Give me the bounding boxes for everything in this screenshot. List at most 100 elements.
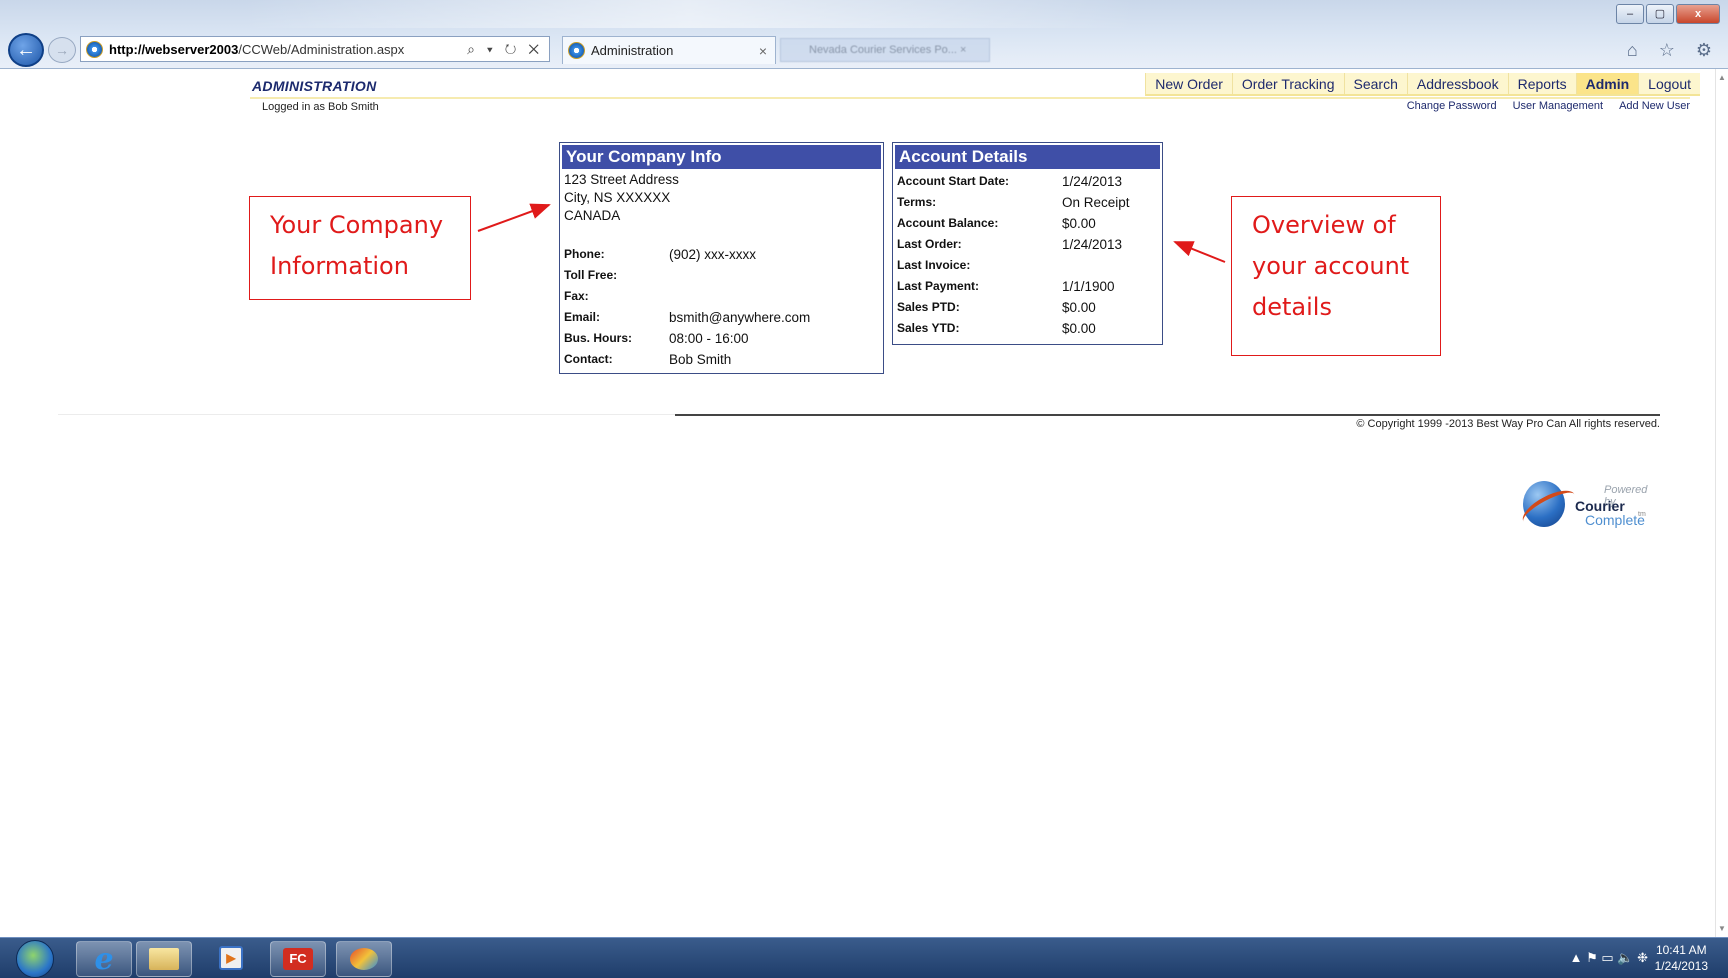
field-value: 1/24/2013	[1062, 237, 1123, 252]
field-label: Account Balance:	[897, 216, 999, 230]
nav-new-order[interactable]: New Order	[1145, 73, 1232, 94]
arrow-to-account-details	[1173, 241, 1226, 263]
scroll-down-icon[interactable]: ▼	[1718, 924, 1726, 933]
vertical-scrollbar[interactable]: ▲ ▼	[1715, 69, 1728, 937]
window-controls: – ▢ x	[1616, 4, 1720, 24]
company-row-contact: Contact: Bob Smith	[560, 349, 883, 370]
field-label: Last Payment:	[897, 279, 980, 293]
account-row-last-invoice: Last Invoice:	[893, 255, 1162, 276]
brand-complete: Complete	[1585, 512, 1645, 528]
nav-admin[interactable]: Admin	[1575, 73, 1639, 94]
taskbar-app-button[interactable]	[336, 941, 392, 977]
field-value: (902) xxx-xxxx	[669, 247, 757, 262]
field-label: Sales PTD:	[897, 300, 960, 314]
field-label: Last Invoice:	[897, 258, 971, 272]
home-favorites-tools-icons[interactable]: ⌂ ☆ ⚙	[1627, 40, 1720, 61]
tab-inactive[interactable]: Nevada Courier Services Po... ×	[780, 38, 990, 62]
address-tools-icons[interactable]: ⌕ ▾ ↻ ✕	[467, 41, 543, 58]
field-label: Bus. Hours:	[564, 331, 633, 345]
field-value: 1/24/2013	[1062, 174, 1123, 189]
back-arrow-icon: ←	[16, 38, 36, 61]
field-label: Email:	[564, 310, 601, 324]
top-navigation: New Order Order Tracking Search Addressb…	[1145, 73, 1700, 96]
annotation-line: details	[1252, 293, 1332, 321]
forward-arrow-icon: →	[55, 42, 69, 58]
annotation-line: your account	[1252, 252, 1410, 280]
nav-order-tracking[interactable]: Order Tracking	[1231, 73, 1344, 94]
annotation-line: Information	[270, 252, 409, 280]
maximize-button[interactable]: ▢	[1646, 4, 1674, 24]
company-info-heading: Your Company Info	[562, 145, 881, 169]
taskbar-clock[interactable]: 10:41 AM 1/24/2013	[1655, 942, 1708, 974]
brand-tm: tm	[1638, 511, 1646, 518]
annotation-line: Your Company	[270, 211, 444, 239]
nav-addressbook[interactable]: Addressbook	[1406, 73, 1508, 94]
company-address: 123 Street Address City, NS XXXXXX CANAD…	[560, 171, 883, 225]
browser-chrome: ← → http://webserver2003 /CCWeb/Administ…	[0, 0, 1728, 69]
folder-icon	[149, 948, 179, 970]
taskbar-media-button[interactable]: ▶	[204, 941, 258, 975]
account-row-sales-ytd: Sales YTD: $0.00	[893, 318, 1162, 339]
field-label: Fax:	[564, 289, 589, 303]
nav-logout[interactable]: Logout	[1638, 73, 1700, 94]
taskbar-explorer-button[interactable]	[136, 941, 192, 977]
system-tray-icons[interactable]: ▲ ⚑ ▭ 🔈 ❉	[1570, 950, 1648, 966]
window-close-button[interactable]: x	[1676, 4, 1720, 24]
field-label: Terms:	[897, 195, 937, 209]
back-button[interactable]: ←	[8, 33, 44, 67]
company-row-fax: Fax:	[560, 286, 883, 307]
windows-taskbar: e ▶ FC ▲ ⚑ ▭ 🔈 ❉ 10:41 AM 1/24/2013	[0, 937, 1728, 978]
account-row-balance: Account Balance: $0.00	[893, 213, 1162, 234]
link-add-new-user[interactable]: Add New User	[1619, 100, 1690, 112]
company-row-bus-hours: Bus. Hours: 08:00 - 16:00	[560, 328, 883, 349]
nav-search[interactable]: Search	[1343, 73, 1407, 94]
account-row-last-order: Last Order: 1/24/2013	[893, 234, 1162, 255]
tab-close-icon[interactable]: ×	[759, 43, 767, 59]
forward-button[interactable]: →	[48, 37, 76, 63]
logged-in-text: Logged in as Bob Smith	[262, 101, 379, 113]
address-line: CANADA	[564, 208, 621, 223]
arrow-to-company-info	[477, 203, 551, 232]
media-player-icon: ▶	[219, 946, 243, 970]
scroll-up-icon[interactable]: ▲	[1718, 73, 1726, 82]
field-value: Bob Smith	[669, 352, 732, 367]
account-row-start-date: Account Start Date: 1/24/2013	[893, 171, 1162, 192]
account-details-heading: Account Details	[895, 145, 1160, 169]
field-value: $0.00	[1062, 321, 1096, 336]
copyright-text: © Copyright 1999 -2013 Best Way Pro Can …	[1356, 418, 1660, 430]
taskbar-fc-button[interactable]: FC	[270, 941, 326, 977]
company-row-email: Email: bsmith@anywhere.com	[560, 307, 883, 328]
tab-administration[interactable]: Administration ×	[562, 36, 776, 64]
field-value: 1/1/1900	[1062, 279, 1115, 294]
field-label: Contact:	[564, 352, 613, 366]
address-bar[interactable]: http://webserver2003 /CCWeb/Administrati…	[80, 36, 550, 62]
page-title: ADMINISTRATION	[252, 78, 377, 94]
url-host: http://webserver2003	[109, 41, 239, 57]
minimize-button[interactable]: –	[1616, 4, 1644, 24]
ie-tab-icon	[568, 42, 585, 59]
field-value: $0.00	[1062, 300, 1096, 315]
titlebar-glow	[240, 0, 1140, 28]
field-label: Phone:	[564, 247, 605, 261]
annotation-company-info: Your Company Information	[249, 196, 471, 300]
clock-date: 1/24/2013	[1654, 959, 1708, 973]
start-button[interactable]	[16, 940, 54, 978]
field-value: 08:00 - 16:00	[669, 331, 749, 346]
nav-reports[interactable]: Reports	[1507, 73, 1576, 94]
field-label: Account Start Date:	[897, 174, 1010, 188]
address-line: 123 Street Address	[564, 172, 679, 187]
company-row-phone: Phone: (902) xxx-xxxx	[560, 244, 883, 265]
company-info-panel: Your Company Info 123 Street Address Cit…	[559, 142, 884, 374]
fc-app-icon: FC	[283, 948, 313, 970]
taskbar-ie-button[interactable]: e	[76, 941, 132, 977]
admin-sub-navigation: Change Password User Management Add New …	[1407, 100, 1690, 112]
clock-time: 10:41 AM	[1655, 943, 1707, 957]
link-change-password[interactable]: Change Password	[1407, 100, 1497, 112]
url-path: /CCWeb/Administration.aspx	[238, 41, 405, 57]
annotation-line: Overview of	[1252, 211, 1396, 239]
link-user-management[interactable]: User Management	[1513, 100, 1604, 112]
account-row-terms: Terms: On Receipt	[893, 192, 1162, 213]
account-details-panel: Account Details Account Start Date: 1/24/…	[892, 142, 1163, 345]
tab-label: Administration	[591, 43, 674, 58]
field-label: Toll Free:	[564, 268, 618, 282]
